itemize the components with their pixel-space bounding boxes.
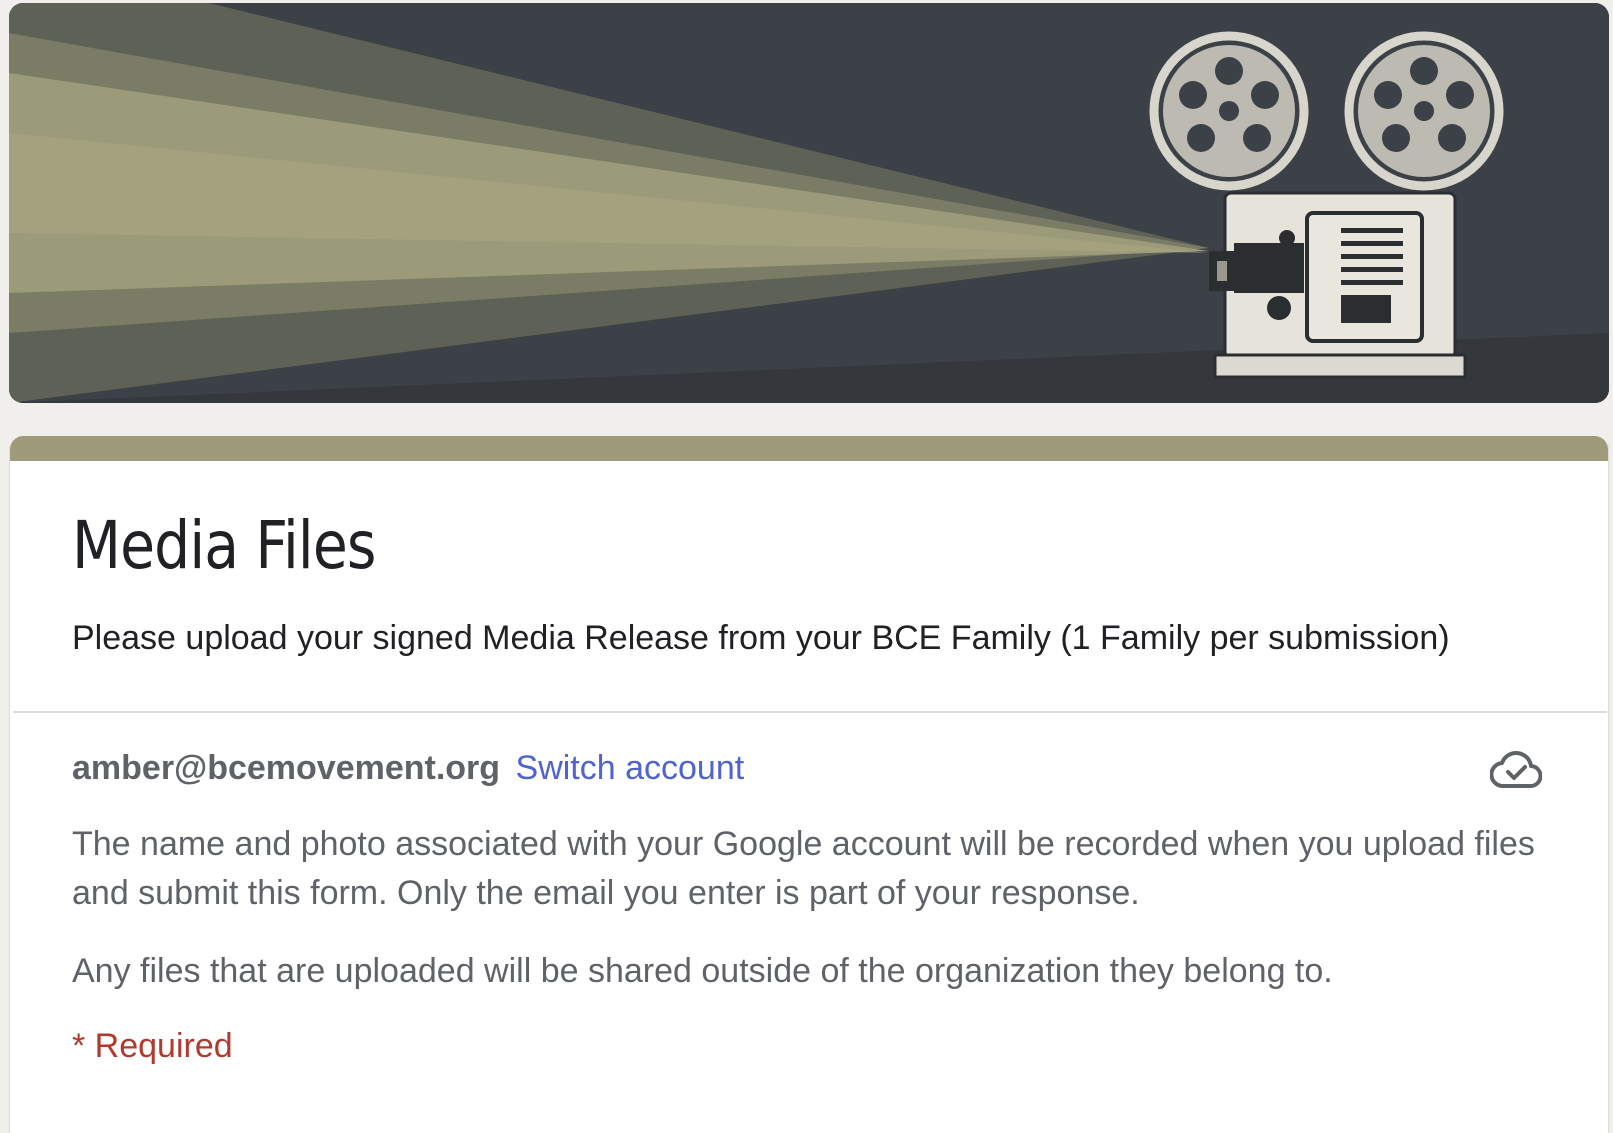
divider [13, 711, 1607, 713]
form-header-card: Media Files Please upload your signed Me… [9, 436, 1609, 1133]
film-projector-illustration [9, 3, 1609, 403]
account-row: amber@bcemovement.org Switch account [72, 746, 744, 790]
header-banner [9, 3, 1609, 403]
account-recorded-notice: The name and photo associated with your … [72, 825, 1535, 912]
cloud-done-icon[interactable] [1490, 748, 1542, 790]
form-description: Please upload your signed Media Release … [72, 619, 1450, 657]
switch-account-link[interactable]: Switch account [516, 749, 745, 787]
required-indicator: * Required [72, 1027, 233, 1065]
card-accent-bar [10, 436, 1608, 461]
account-email: amber@bcemovement.org [72, 749, 501, 787]
file-sharing-notice: Any files that are uploaded will be shar… [72, 952, 1333, 990]
page-title: Media Files [72, 507, 376, 584]
